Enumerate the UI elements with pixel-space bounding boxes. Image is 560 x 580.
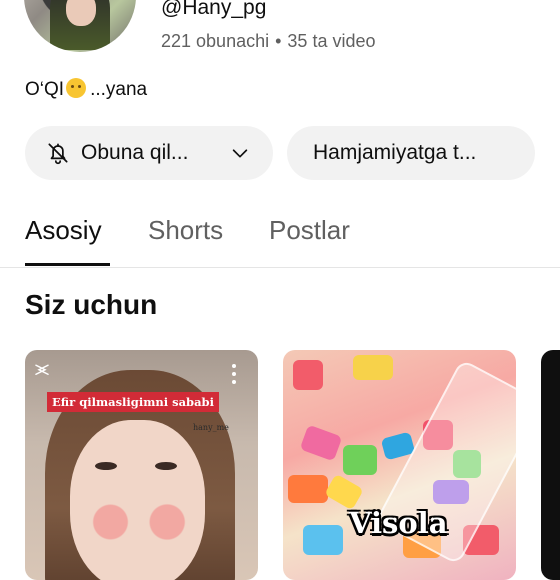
short-watermark: hany_me	[193, 423, 229, 432]
subscriber-count: 221 obunachi	[161, 31, 270, 51]
tab-posts[interactable]: Postlar	[269, 215, 350, 246]
channel-description[interactable]: O‘QI ...yana	[25, 78, 147, 101]
channel-handle: @Hany_pg	[161, 0, 267, 19]
candy	[288, 475, 328, 503]
description-more: ...yana	[90, 79, 148, 100]
short-card[interactable]: Visola	[283, 350, 516, 580]
tab-shorts[interactable]: Shorts	[148, 215, 223, 246]
section-title: Siz uchun	[25, 289, 158, 320]
candy	[353, 355, 393, 380]
subscribe-button[interactable]: Obuna qil...	[25, 126, 273, 180]
selected-tab-indicator	[25, 263, 110, 266]
capcut-logo-icon	[35, 364, 49, 375]
tabs-divider	[0, 267, 560, 268]
short-caption: Efir qilmasligimni sababi	[47, 392, 219, 412]
community-label: Hamjamiyatga t...	[313, 141, 477, 164]
more-vert-icon[interactable]	[231, 364, 237, 386]
chevron-down-icon	[232, 149, 248, 158]
stats-separator: •	[275, 31, 282, 51]
emoji-upside-down-face-icon	[66, 78, 87, 98]
short-card[interactable]	[541, 350, 560, 580]
channel-avatar[interactable]	[24, 0, 136, 52]
bell-off-icon	[48, 143, 68, 165]
community-button[interactable]: Hamjamiyatga t...	[287, 126, 535, 180]
tab-home[interactable]: Asosiy	[25, 215, 102, 246]
candy	[303, 525, 343, 555]
channel-stats: 221 obunachi • 35 ta video	[161, 31, 376, 52]
video-count: 35 ta video	[287, 31, 376, 51]
short-caption: Visola	[349, 506, 448, 540]
thumbnail-face	[70, 420, 205, 580]
thumbnail-eye	[95, 462, 117, 470]
thumbnail-eye	[155, 462, 177, 470]
candy	[293, 360, 323, 390]
candy	[324, 473, 364, 511]
short-card[interactable]: Efir qilmasligimni sababi hany_me	[25, 350, 258, 580]
description-text: O‘QI	[25, 79, 65, 100]
subscribe-label: Obuna qil...	[81, 141, 189, 164]
candy	[299, 424, 343, 462]
avatar-face	[66, 0, 96, 26]
candy	[343, 445, 377, 475]
